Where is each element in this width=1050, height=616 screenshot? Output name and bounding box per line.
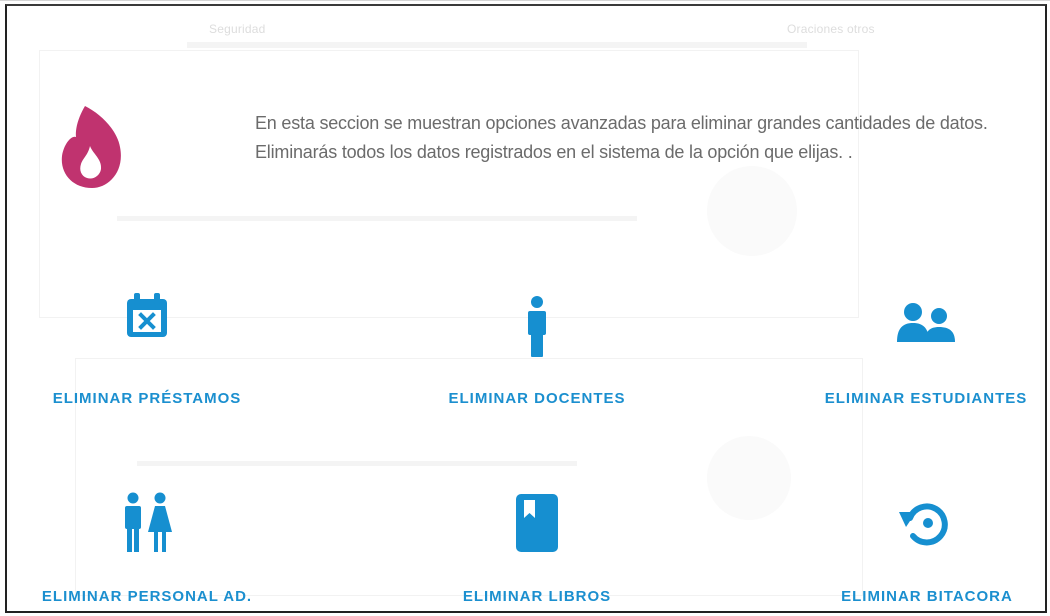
delete-log-option[interactable]: ELIMINAR BITACORA [819,492,1035,611]
delete-books-label: ELIMINAR LIBROS [462,588,612,605]
delete-options-dialog: Seguridad Oraciones otros En esta seccio… [5,4,1047,613]
delete-teachers-label: ELIMINAR DOCENTES [448,390,626,407]
background-line [137,461,577,466]
background-line [187,42,807,48]
wc-icon [121,492,173,554]
background-caption-right: Oraciones otros [787,22,875,36]
background-avatar-bottom [707,436,791,520]
book-icon [514,492,560,554]
calendar-x-icon [121,292,173,342]
group-icon [895,300,957,344]
delete-loans-label: ELIMINAR PRÉSTAMOS [52,390,242,407]
background-avatar-top [707,166,797,256]
top-border-line [0,0,1050,1]
restore-icon [896,496,958,550]
delete-admin-staff-option[interactable]: ELIMINAR PERSONAL AD. [17,492,277,611]
delete-log-label: ELIMINAR BITACORA [841,588,1013,605]
delete-loans-option[interactable]: ELIMINAR PRÉSTAMOS [27,292,267,412]
person-icon [523,296,551,358]
delete-admin-staff-label: ELIMINAR PERSONAL AD. [41,588,253,605]
intro-description: En esta seccion se muestran opciones ava… [255,113,988,162]
delete-students-label: ELIMINAR ESTUDIANTES [824,390,1028,407]
background-caption-left: Seguridad [209,22,266,36]
delete-students-option[interactable]: ELIMINAR ESTUDIANTES [807,292,1045,412]
delete-teachers-option[interactable]: ELIMINAR DOCENTES [427,292,647,412]
delete-books-option[interactable]: ELIMINAR LIBROS [439,492,635,611]
fire-icon [59,104,125,190]
background-line [117,216,637,221]
